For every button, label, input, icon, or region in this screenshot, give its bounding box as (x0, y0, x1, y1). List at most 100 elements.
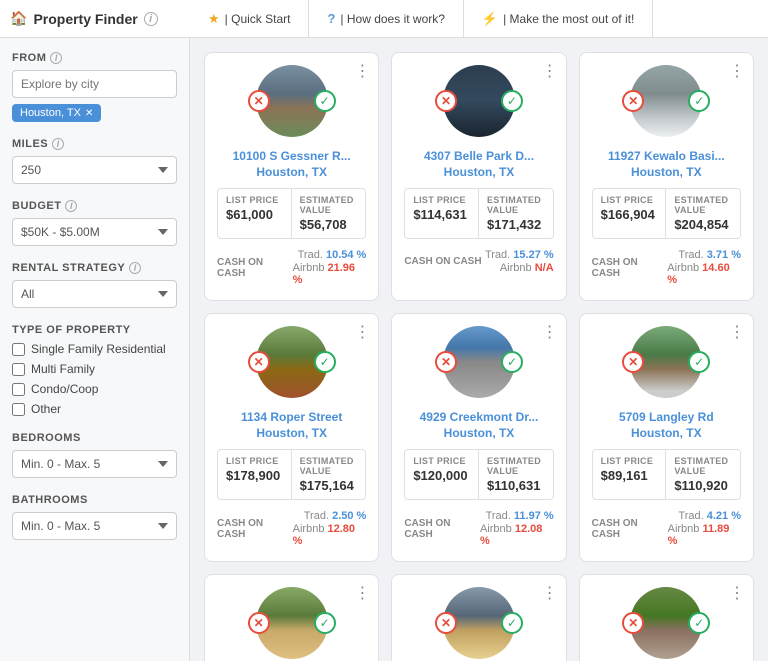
card-returns: CASH ON CASH Trad. 4.21 % Airbnb 11.89 % (592, 506, 741, 551)
card-image-wrapper: ✕ ✓ (443, 326, 515, 398)
reject-badge[interactable]: ✕ (248, 612, 270, 634)
from-info-icon[interactable]: i (50, 52, 62, 64)
city-search-input[interactable] (12, 70, 177, 98)
airbnb-return: Airbnb 12.80 % (293, 523, 367, 547)
card-menu-icon[interactable]: ⋮ (729, 322, 745, 342)
reject-badge[interactable]: ✕ (248, 90, 270, 112)
trad-return: Trad. 15.27 % (485, 249, 554, 261)
checkbox-sfr[interactable]: Single Family Residential (12, 342, 177, 356)
card-menu-icon[interactable]: ⋮ (542, 583, 558, 603)
cash-on-cash-label: CASH ON CASH (592, 257, 668, 279)
card-menu-icon[interactable]: ⋮ (729, 61, 745, 81)
returns-values: Trad. 15.27 % Airbnb N/A (485, 249, 554, 274)
reject-badge[interactable]: ✕ (622, 90, 644, 112)
nav-howdoes[interactable]: ? | How does it work? (309, 0, 463, 38)
approve-badge[interactable]: ✓ (314, 90, 336, 112)
nav-quickstart[interactable]: ★ | Quick Start (190, 0, 309, 38)
sidebar-budget-section: BUDGET i $50K - $5.00M $100K - $1M (12, 200, 177, 246)
property-address[interactable]: 1134 Roper Street Houston, TX (217, 410, 366, 441)
card-menu-icon[interactable]: ⋮ (354, 583, 370, 603)
card-returns: CASH ON CASH Trad. 10.54 % Airbnb 21.96 … (217, 245, 366, 290)
card-menu-icon[interactable]: ⋮ (542, 61, 558, 81)
rental-info-icon[interactable]: i (129, 262, 141, 274)
property-address[interactable]: 10100 S Gessner R... Houston, TX (217, 149, 366, 180)
estimated-value-label: ESTIMATED VALUE (300, 195, 358, 215)
checkbox-condo[interactable]: Condo/Coop (12, 382, 177, 396)
checkbox-other-input[interactable] (12, 403, 25, 416)
list-price-col: LIST PRICE $120,000 (405, 450, 479, 499)
estimated-value-label: ESTIMATED VALUE (674, 456, 732, 476)
app-info-icon[interactable]: i (144, 12, 158, 26)
app-title: Property Finder (33, 11, 137, 27)
list-price-value: $166,904 (601, 207, 658, 222)
checkbox-mf-input[interactable] (12, 363, 25, 376)
checkbox-condo-input[interactable] (12, 383, 25, 396)
property-card: ⋮ ✕ ✓ 6914 Soledad Driv... Houston, TX (391, 574, 566, 661)
property-card: ⋮ ✕ ✓ 4307 Belle Park D... Houston, TX L… (391, 52, 566, 301)
bathrooms-select[interactable]: Min. 0 - Max. 5 Min. 1 - Max. 3 (12, 512, 177, 540)
bedrooms-label: BEDROOMS (12, 432, 177, 444)
address-line1: 10100 S Gessner R... (217, 149, 366, 165)
trad-return: Trad. 10.54 % (298, 249, 367, 261)
reject-badge[interactable]: ✕ (248, 351, 270, 373)
estimated-value-value: $175,164 (300, 478, 358, 493)
miles-info-icon[interactable]: i (52, 138, 64, 150)
nav-makemost-label: | Make the most out of it! (503, 12, 634, 26)
reject-badge[interactable]: ✕ (622, 612, 644, 634)
estimated-value-col: ESTIMATED VALUE $110,631 (479, 450, 553, 499)
estimated-value-label: ESTIMATED VALUE (300, 456, 358, 476)
tag-remove-icon[interactable]: ✕ (85, 108, 93, 119)
checkbox-mf[interactable]: Multi Family (12, 362, 177, 376)
property-address[interactable]: 4307 Belle Park D... Houston, TX (404, 149, 553, 180)
budget-label: BUDGET i (12, 200, 177, 212)
cash-on-cash-label: CASH ON CASH (404, 518, 480, 540)
checkbox-sfr-input[interactable] (12, 343, 25, 356)
miles-label: MILES i (12, 138, 177, 150)
property-address[interactable]: 4929 Creekmont Dr... Houston, TX (404, 410, 553, 441)
reject-badge[interactable]: ✕ (435, 90, 457, 112)
cash-on-cash-label: CASH ON CASH (217, 518, 293, 540)
budget-select[interactable]: $50K - $5.00M $100K - $1M (12, 218, 177, 246)
address-line2: Houston, TX (217, 165, 366, 181)
nav-howdoes-label: | How does it work? (340, 12, 445, 26)
address-line2: Houston, TX (404, 165, 553, 181)
card-header: ⋮ ✕ ✓ (205, 53, 378, 143)
bolt-icon: ⚡ (482, 11, 498, 27)
list-price-col: LIST PRICE $178,900 (218, 450, 292, 499)
airbnb-return: Airbnb 14.60 % (667, 262, 741, 286)
main-layout: FROM i Houston, TX ✕ MILES i 250 50 100 … (0, 38, 768, 661)
from-label: FROM i (12, 52, 177, 64)
rental-select[interactable]: All Traditional Airbnb (12, 280, 177, 308)
card-menu-icon[interactable]: ⋮ (542, 322, 558, 342)
reject-badge[interactable]: ✕ (435, 612, 457, 634)
reject-badge[interactable]: ✕ (622, 351, 644, 373)
approve-badge[interactable]: ✓ (501, 90, 523, 112)
approve-badge[interactable]: ✓ (688, 351, 710, 373)
approve-badge[interactable]: ✓ (688, 612, 710, 634)
nav-makemost[interactable]: ⚡ | Make the most out of it! (464, 0, 653, 38)
approve-badge[interactable]: ✓ (314, 351, 336, 373)
approve-badge[interactable]: ✓ (314, 612, 336, 634)
address-line2: Houston, TX (217, 426, 366, 442)
miles-select[interactable]: 250 50 100 500 (12, 156, 177, 184)
list-price-value: $61,000 (226, 207, 283, 222)
property-card: ⋮ ✕ ✓ 5709 Langley Rd Houston, TX LIST P… (579, 313, 754, 562)
cash-on-cash-label: CASH ON CASH (404, 256, 481, 267)
approve-badge[interactable]: ✓ (501, 351, 523, 373)
card-body: 1134 Roper Street Houston, TX LIST PRICE… (205, 404, 378, 561)
property-address[interactable]: 5709 Langley Rd Houston, TX (592, 410, 741, 441)
estimated-value-value: $56,708 (300, 217, 358, 232)
checkbox-other[interactable]: Other (12, 402, 177, 416)
estimated-value-label: ESTIMATED VALUE (674, 195, 732, 215)
card-menu-icon[interactable]: ⋮ (354, 322, 370, 342)
card-menu-icon[interactable]: ⋮ (729, 583, 745, 603)
approve-badge[interactable]: ✓ (688, 90, 710, 112)
budget-info-icon[interactable]: i (65, 200, 77, 212)
card-menu-icon[interactable]: ⋮ (354, 61, 370, 81)
bedrooms-select[interactable]: Min. 0 - Max. 5 Min. 1 - Max. 3 (12, 450, 177, 478)
reject-badge[interactable]: ✕ (435, 351, 457, 373)
card-body: 10100 S Gessner R... Houston, TX LIST PR… (205, 143, 378, 300)
approve-badge[interactable]: ✓ (501, 612, 523, 634)
property-address[interactable]: 11927 Kewalo Basi... Houston, TX (592, 149, 741, 180)
rental-label: RENTAL STRATEGY i (12, 262, 177, 274)
